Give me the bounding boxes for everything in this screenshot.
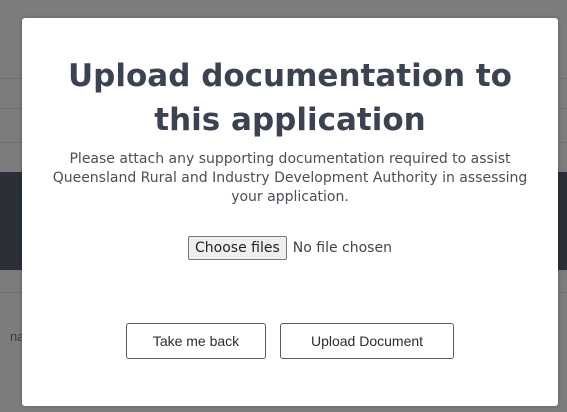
file-status-text: No file chosen (292, 240, 392, 256)
background-dark-band (0, 172, 22, 270)
file-input: Choose files No file chosen (22, 236, 558, 260)
page: na Upload documentation to this applicat… (0, 0, 567, 412)
upload-dialog: Upload documentation to this application… (22, 18, 558, 406)
background-dark-band-right (557, 172, 567, 270)
dialog-actions: Take me back Upload Document (22, 323, 558, 359)
dialog-description: Please attach any supporting documentati… (52, 151, 528, 205)
upload-document-button[interactable]: Upload Document (280, 323, 454, 359)
dialog-title: Upload documentation to this application (68, 58, 512, 138)
choose-files-button[interactable]: Choose files (188, 236, 287, 260)
take-me-back-button[interactable]: Take me back (126, 323, 266, 359)
